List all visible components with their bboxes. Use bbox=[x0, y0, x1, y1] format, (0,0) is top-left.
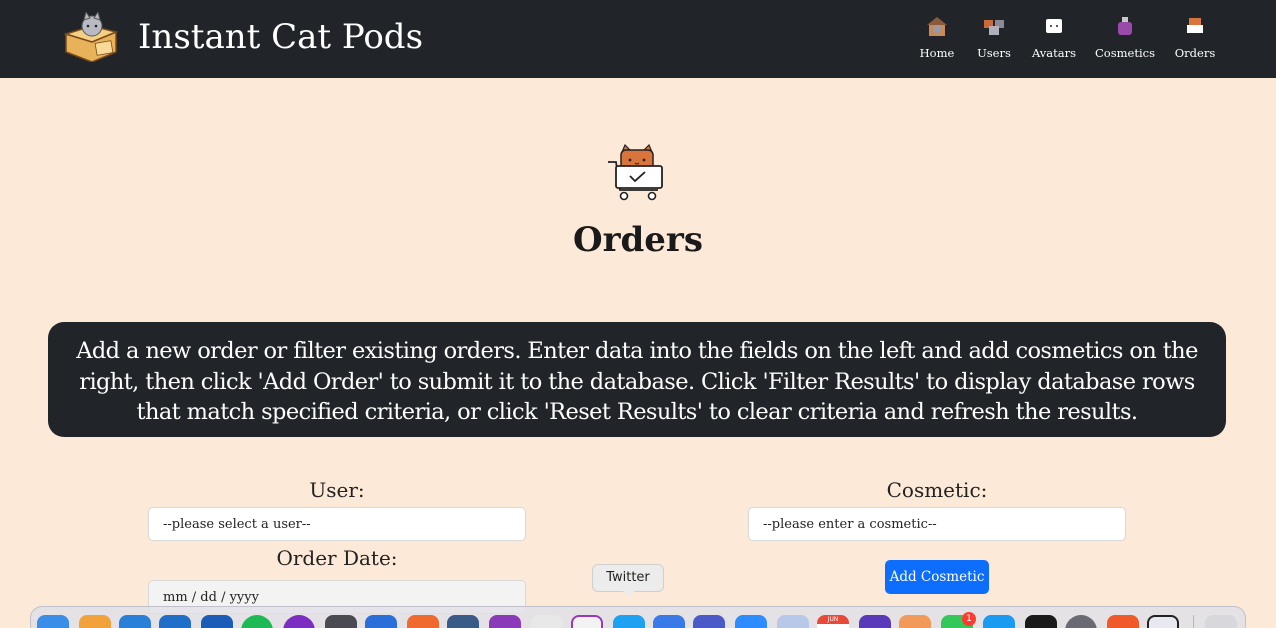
nav-label-home: Home bbox=[919, 46, 955, 60]
browser-icon[interactable] bbox=[119, 615, 151, 628]
git-app-icon[interactable] bbox=[407, 615, 439, 628]
cat-house-icon bbox=[927, 17, 947, 36]
purple-app-icon[interactable] bbox=[489, 615, 521, 628]
nav-label-avatars: Avatars bbox=[1031, 46, 1077, 60]
cosmetic-input[interactable]: --please enter a cosmetic-- bbox=[748, 507, 1126, 541]
database-app-icon[interactable] bbox=[447, 615, 479, 628]
order-date-placeholder: mm / dd / yyyy bbox=[163, 590, 259, 605]
calendar-month: JUN bbox=[817, 615, 849, 624]
notification-badge: 1 bbox=[962, 612, 976, 626]
nav-label-users: Users bbox=[977, 46, 1011, 60]
nav-label-orders: Orders bbox=[1174, 46, 1216, 60]
word-icon[interactable] bbox=[201, 615, 233, 628]
brand-link[interactable]: Instant Cat Pods bbox=[62, 12, 423, 62]
system-app-icon[interactable] bbox=[325, 615, 357, 628]
terminal-app-icon[interactable] bbox=[571, 615, 603, 628]
screenshot-app-icon[interactable] bbox=[1147, 615, 1179, 628]
spotify-icon[interactable] bbox=[241, 615, 273, 628]
navbar: Instant Cat Pods Home Users Avatars Cosm… bbox=[0, 0, 1276, 78]
page-title: Orders bbox=[573, 220, 703, 260]
zoom-icon[interactable] bbox=[735, 615, 767, 628]
slack-icon[interactable] bbox=[531, 615, 563, 628]
nav-item-home[interactable]: Home bbox=[912, 16, 962, 60]
cosmetic-input-placeholder: --please enter a cosmetic-- bbox=[763, 517, 937, 532]
user-select[interactable]: --please select a user-- bbox=[148, 507, 526, 541]
preview-icon[interactable] bbox=[777, 615, 809, 628]
calendar-icon[interactable]: JUN bbox=[817, 615, 849, 628]
cat-avatar-icon bbox=[1046, 19, 1062, 33]
instructions-text: Add a new order or filter existing order… bbox=[76, 338, 1198, 425]
cat-cosmetics-icon bbox=[1118, 17, 1132, 35]
user-label: User: bbox=[309, 478, 365, 502]
launchpad-icon[interactable] bbox=[79, 615, 111, 628]
vscode-icon[interactable] bbox=[365, 615, 397, 628]
photos-icon[interactable] bbox=[899, 615, 931, 628]
nav-item-orders[interactable]: Orders bbox=[1168, 16, 1222, 60]
nav-item-cosmetics[interactable]: Cosmetics bbox=[1082, 16, 1168, 60]
add-cosmetic-button[interactable]: Add Cosmetic bbox=[885, 560, 989, 594]
discord-icon[interactable] bbox=[653, 615, 685, 628]
git-client-icon[interactable] bbox=[1107, 615, 1139, 628]
outlook-icon[interactable] bbox=[159, 615, 191, 628]
podcasts-icon[interactable] bbox=[283, 615, 315, 628]
macos-dock: JUN bbox=[30, 606, 1246, 628]
teams-icon[interactable] bbox=[693, 615, 725, 628]
dock-tooltip: Twitter bbox=[592, 564, 664, 597]
cat-shopping-cart-icon bbox=[608, 144, 663, 201]
cats-users-icon bbox=[984, 20, 1004, 35]
user-select-placeholder: --please select a user-- bbox=[163, 517, 311, 532]
nav-item-users[interactable]: Users bbox=[962, 16, 1026, 60]
app-icon-purple-2[interactable] bbox=[859, 615, 891, 628]
instructions-panel: Add a new order or filter existing order… bbox=[48, 322, 1226, 437]
terminal-icon[interactable] bbox=[1025, 615, 1057, 628]
twitter-icon[interactable] bbox=[613, 615, 645, 628]
cosmetic-label: Cosmetic: bbox=[886, 478, 988, 502]
nav-item-avatars[interactable]: Avatars bbox=[1026, 16, 1082, 60]
finder-icon[interactable] bbox=[37, 615, 69, 628]
trash-icon[interactable] bbox=[1205, 615, 1237, 628]
order-date-label: Order Date: bbox=[276, 546, 398, 570]
cat-cart-icon bbox=[1187, 18, 1203, 33]
settings-icon[interactable] bbox=[1065, 615, 1097, 628]
nav-menu: Home Users Avatars Cosmetics Orders bbox=[912, 16, 1222, 60]
brand-title: Instant Cat Pods bbox=[138, 17, 424, 57]
dock-separator bbox=[1193, 615, 1194, 628]
app-store-icon[interactable] bbox=[983, 615, 1015, 628]
nav-label-cosmetics: Cosmetics bbox=[1095, 46, 1155, 60]
cat-box-logo-icon bbox=[63, 12, 119, 62]
